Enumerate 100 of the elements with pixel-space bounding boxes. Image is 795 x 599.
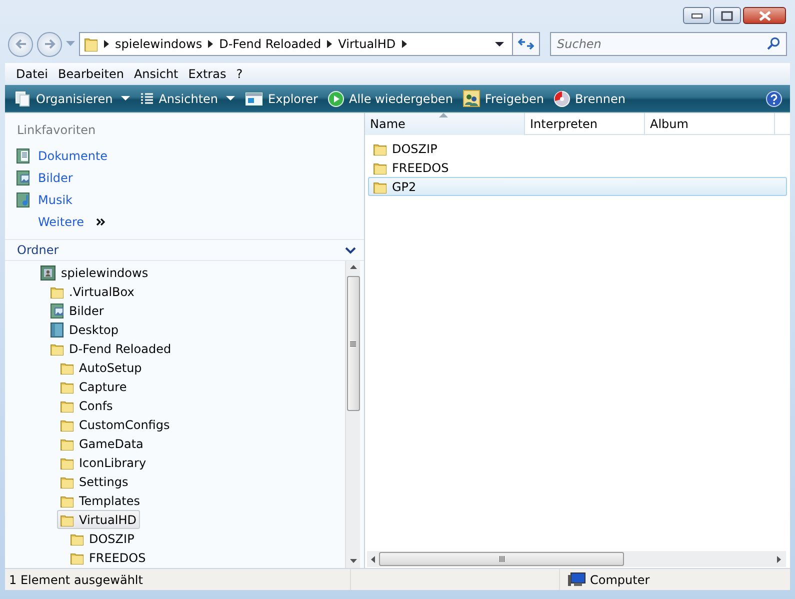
scroll-down-icon [350,559,356,564]
tree-item[interactable]: Settings [57,472,132,491]
folder-icon [373,180,387,194]
vertical-scrollbar[interactable] [345,261,360,568]
minimize-button[interactable] [683,7,711,24]
menu-item[interactable]: Extras [183,64,232,82]
disc-burn-icon [554,90,570,106]
share-people-icon [462,90,480,107]
toolbar-button[interactable]: Organisieren [13,90,138,108]
refresh-button[interactable] [512,32,540,56]
scroll-right-icon [777,556,782,562]
computer-icon [568,572,586,587]
folder-icon [84,36,98,52]
collapse-chevron-icon [345,246,356,254]
tree-item[interactable]: Confs [57,396,117,415]
section-heading: Linkfavoriten [16,122,97,139]
dropdown-caret-icon[interactable] [495,42,504,46]
breadcrumb-arrow-icon[interactable] [402,40,407,48]
pages-icon [15,90,31,106]
play-icon [328,90,344,106]
menu-item[interactable]: ? [231,64,248,82]
maximize-icon [721,10,733,20]
tree-item[interactable]: VirtualHD [57,510,140,529]
maximize-button[interactable] [713,7,741,24]
tree-item[interactable]: DOSZIP [67,529,138,548]
folder-icon [60,512,74,526]
help-icon[interactable] [766,90,782,106]
folder-icon [70,532,84,546]
folder-icon [50,284,64,298]
music-library-icon [16,192,30,208]
favorite-link[interactable]: Musik [9,189,80,211]
file-row[interactable]: GP2 [368,177,787,196]
breadcrumb-arrow-icon[interactable] [327,40,332,48]
details-view-icon [140,92,154,106]
toolbar-button[interactable]: Brennen [552,90,634,108]
minimize-icon [691,12,703,18]
column-header[interactable]: Interpreten [525,113,645,135]
breadcrumb-arrow-icon[interactable] [104,40,109,48]
close-icon [758,10,770,20]
toolbar-button[interactable]: Freigeben [460,90,552,108]
tree-item[interactable]: .VirtualBox [47,282,138,301]
toolbar-button[interactable]: Alle wiedergeben [326,90,461,108]
document-library-icon [16,148,30,164]
folder-icon [373,142,387,156]
forward-arrow-icon [44,39,56,49]
desktop-folder-icon [50,322,64,338]
folders-header[interactable]: Ordner [5,239,364,261]
file-row[interactable]: DOSZIP [368,139,787,158]
tree-item[interactable]: AutoSetup [57,358,146,377]
scroll-left-icon [371,556,376,562]
folder-icon [60,494,74,508]
toolbar-button[interactable]: Explorer [243,90,326,108]
folder-icon [60,456,74,470]
breadcrumb-segment[interactable]: VirtualHD [338,35,396,53]
tree-item[interactable]: Capture [57,377,131,396]
menu-item[interactable]: Bearbeiten [53,64,129,82]
tree-item[interactable]: spielewindows [37,263,152,282]
search-icon[interactable] [767,37,780,50]
column-header[interactable]: Album [645,113,775,135]
file-row[interactable]: FREEDOS [368,158,787,177]
more-link[interactable]: Weitere [9,211,112,233]
user-folder-icon [40,264,56,280]
breadcrumb-arrow-icon[interactable] [208,40,214,48]
tree-item[interactable]: Bilder [47,301,108,320]
folder-icon [60,474,74,488]
grip-icon [498,556,504,562]
horizontal-scrollbar[interactable] [367,551,786,567]
favorite-link[interactable]: Dokumente [9,145,115,167]
menu-item[interactable]: Datei [11,64,54,82]
scrollbar-thumb[interactable] [379,552,624,566]
address-bar[interactable]: spielewindows D-Fend Reloaded VirtualHD [79,32,513,56]
breadcrumb-segment[interactable]: spielewindows [115,35,202,53]
folder-icon [373,160,387,174]
search-field[interactable]: Suchen [550,32,787,56]
tree-item[interactable]: FREEDOS [67,548,150,567]
column-header[interactable]: Name [365,113,525,135]
menu-item[interactable]: Ansicht [128,64,184,82]
folder-icon [60,380,74,394]
back-arrow-icon [14,39,26,49]
tree-item[interactable]: D-Fend Reloaded [47,339,176,358]
tree-item[interactable]: Desktop [47,320,122,339]
folder-icon [70,550,84,564]
folder-icon [60,436,74,450]
tree-item[interactable]: IconLibrary [57,453,150,472]
tree-item[interactable]: CustomConfigs [57,415,174,434]
favorite-link[interactable]: Bilder [9,167,80,189]
status-text: 1 Element ausgewählt [8,572,144,588]
close-button[interactable] [743,7,786,24]
breadcrumb-segment[interactable]: D-Fend Reloaded [219,35,322,53]
scroll-up-icon [350,265,356,270]
tree-item[interactable]: Templates [57,491,144,510]
status-location: Computer [590,572,650,588]
double-chevron-icon [96,218,106,226]
scrollbar-thumb[interactable] [346,276,360,411]
sort-arrow-icon [439,113,448,118]
window-pane-icon [245,92,264,106]
toolbar-button[interactable]: Ansichten [138,90,244,108]
tree-item[interactable]: GameData [57,434,148,453]
pictures-library-icon [50,302,64,318]
folder-icon [60,418,74,432]
